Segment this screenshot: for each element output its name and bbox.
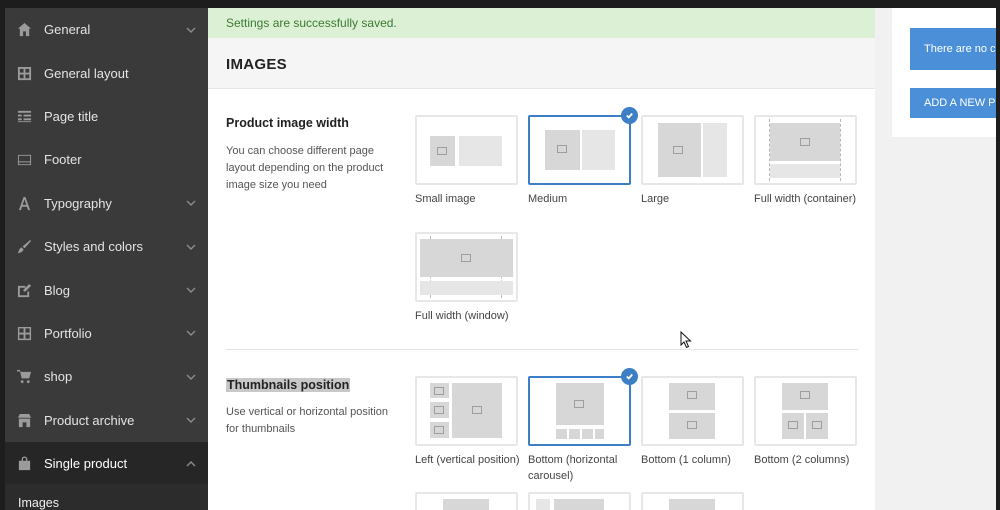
no-items-notice: There are no c bbox=[910, 28, 1000, 70]
sidebar-item-label: Portfolio bbox=[44, 325, 92, 341]
sidebar-item-styles-and-colors[interactable]: Styles and colors bbox=[5, 225, 208, 268]
choice-label-full-width-container: Full width (container) bbox=[754, 193, 857, 205]
home-icon bbox=[15, 21, 33, 39]
choice-small-image[interactable] bbox=[415, 115, 518, 185]
sidebar-item-label: Blog bbox=[44, 282, 71, 298]
success-notice: Settings are successfully saved. bbox=[208, 8, 875, 38]
window-edge bbox=[996, 0, 1000, 510]
sidebar-item-label: Styles and colors bbox=[44, 239, 143, 255]
sidebar-item-product-archive[interactable]: Product archive bbox=[5, 399, 208, 442]
mouse-cursor-icon bbox=[680, 331, 692, 349]
chevron-down-icon bbox=[186, 330, 196, 337]
sidebar-item-page-title[interactable]: Page title bbox=[5, 95, 208, 138]
choice-thumbs-extra-1[interactable] bbox=[415, 492, 518, 510]
selected-check-icon bbox=[621, 107, 638, 124]
cart-icon bbox=[15, 368, 33, 386]
option-divider bbox=[226, 349, 858, 350]
choice-full-width-container[interactable] bbox=[754, 115, 857, 185]
sidebar-item-blog[interactable]: Blog bbox=[5, 268, 208, 311]
chevron-down-icon bbox=[186, 27, 196, 33]
sidebar-item-typography[interactable]: Typography bbox=[5, 182, 208, 225]
choice-label-thumbs-carousel: Bottom (horizontal carousel) bbox=[528, 454, 618, 482]
edit-icon bbox=[15, 281, 33, 299]
choice-medium[interactable] bbox=[528, 107, 638, 185]
sidebar-item-label: Typography bbox=[44, 195, 112, 211]
no-items-text: There are no c bbox=[924, 43, 996, 55]
store-icon bbox=[15, 411, 33, 429]
sidebar-item-general[interactable]: General bbox=[5, 8, 208, 51]
choice-label-thumbs-left: Left (vertical position) bbox=[415, 454, 520, 466]
choice-large[interactable] bbox=[641, 115, 744, 185]
layout-icon bbox=[15, 64, 33, 82]
typography-icon bbox=[15, 194, 33, 212]
chevron-down-icon bbox=[186, 244, 196, 250]
option-desc-thumbnails: Use vertical or horizontal position for … bbox=[226, 406, 389, 435]
choice-thumbs-bottom-2col[interactable] bbox=[754, 376, 857, 446]
choice-label-thumbs-2col: Bottom (2 columns) bbox=[754, 454, 850, 466]
option-desc-image-width: You can choose different page layout dep… bbox=[226, 145, 384, 191]
sidebar-item-shop[interactable]: shop bbox=[5, 355, 208, 398]
chevron-down-icon bbox=[186, 417, 196, 424]
option-title-image-width: Product image width bbox=[226, 116, 349, 130]
choice-thumbs-left-vertical[interactable] bbox=[415, 376, 518, 446]
brush-icon bbox=[15, 238, 33, 256]
chevron-down-icon bbox=[186, 200, 196, 207]
sidebar-item-label: Product archive bbox=[44, 412, 135, 428]
sidebar-item-label: Single product bbox=[44, 456, 128, 472]
sidebar-item-label: Page title bbox=[44, 108, 99, 124]
choice-label-medium: Medium bbox=[528, 193, 568, 205]
choice-label-full-width-window: Full width (window) bbox=[415, 310, 509, 322]
choice-thumbs-bottom-1col[interactable] bbox=[641, 376, 744, 446]
sidebar-item-general-layout[interactable]: General layout bbox=[5, 51, 208, 94]
choice-thumbs-extra-3[interactable] bbox=[641, 492, 744, 510]
top-bar bbox=[0, 0, 1000, 8]
choice-full-width-window[interactable] bbox=[415, 232, 518, 302]
sidebar-subitem-label: Images bbox=[18, 496, 59, 510]
footer-icon bbox=[15, 151, 33, 169]
bag-icon bbox=[15, 455, 33, 473]
choice-thumbs-bottom-carousel[interactable] bbox=[528, 368, 638, 446]
choice-label-thumbs-1col: Bottom (1 column) bbox=[641, 454, 731, 466]
sidebar-subitem-images[interactable]: Images bbox=[5, 484, 208, 510]
settings-main: Settings are successfully saved. IMAGES … bbox=[208, 8, 875, 510]
add-new-button[interactable]: ADD A NEW PR bbox=[910, 88, 1000, 118]
option-title-thumbnails: Thumbnails position bbox=[226, 378, 351, 392]
sidebar-item-footer[interactable]: Footer bbox=[5, 138, 208, 181]
page-title-icon bbox=[15, 107, 33, 125]
sidebar-item-label: Footer bbox=[44, 152, 82, 168]
sidebar: General General layout Page title Footer Typ… bbox=[0, 8, 208, 510]
section-title: IMAGES bbox=[226, 56, 287, 73]
sidebar-item-single-product[interactable]: Single product bbox=[5, 442, 208, 486]
chevron-down-icon bbox=[186, 374, 196, 380]
chevron-up-icon bbox=[186, 460, 196, 467]
choice-label-large: Large bbox=[641, 193, 670, 205]
chevron-down-icon bbox=[186, 287, 196, 294]
sidebar-item-portfolio[interactable]: Portfolio bbox=[5, 312, 208, 355]
choice-label-small-image: Small image bbox=[415, 193, 476, 205]
notice-text: Settings are successfully saved. bbox=[226, 16, 397, 30]
choice-thumbs-extra-2[interactable] bbox=[528, 492, 631, 510]
sidebar-item-label: General layout bbox=[44, 65, 129, 81]
sidebar-item-label: shop bbox=[44, 369, 73, 385]
section-header: IMAGES bbox=[208, 38, 875, 89]
grid-icon bbox=[15, 324, 33, 342]
add-new-label: ADD A NEW PR bbox=[924, 97, 1000, 109]
sidebar-item-label: General bbox=[44, 22, 91, 38]
selected-check-icon bbox=[621, 368, 638, 385]
